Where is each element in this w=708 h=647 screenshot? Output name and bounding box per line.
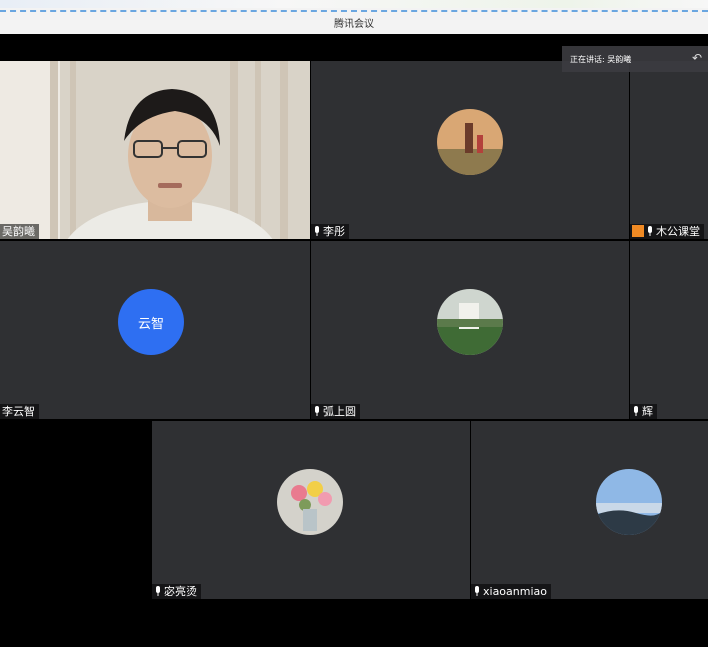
mic-icon	[156, 586, 160, 596]
participant-name: 辉	[630, 404, 657, 419]
participant-tile[interactable]: xiaoanmiao	[471, 421, 708, 599]
text-avatar: 云智	[118, 289, 184, 355]
mic-icon	[315, 406, 319, 416]
participant-tile[interactable]: 吴韵曦	[0, 61, 310, 239]
family-walk-photo	[437, 109, 503, 175]
mic-icon	[648, 226, 652, 236]
sky-landscape-avatar	[596, 469, 662, 535]
host-badge-icon	[632, 225, 644, 237]
flower-vase-avatar	[277, 469, 343, 535]
participant-name: 李彤	[311, 224, 349, 239]
mic-icon	[475, 586, 479, 596]
sky-landscape-photo	[596, 469, 662, 535]
mic-icon	[634, 406, 638, 416]
family-walk-avatar	[437, 109, 503, 175]
participant-tile[interactable]: 宓亮烫	[152, 421, 470, 599]
participant-tile[interactable]: 云智 李云智	[0, 241, 310, 419]
taskbar-strip	[0, 0, 708, 8]
participant-tile[interactable]: 辉	[630, 241, 708, 419]
participant-name: 宓亮烫	[152, 584, 201, 599]
speaking-label: 正在讲话: 吴韵曦	[570, 55, 632, 64]
flower-vase-photo	[277, 469, 343, 535]
mic-icon	[315, 226, 319, 236]
title-divider	[0, 10, 708, 12]
participant-tile[interactable]: 木公课堂	[630, 61, 708, 239]
speaking-indicator: 正在讲话: 吴韵曦 ↶	[562, 46, 708, 72]
participant-name: 吴韵曦	[0, 224, 39, 239]
window-title-bar: 腾讯会议	[0, 0, 708, 34]
participant-name: xiaoanmiao	[471, 584, 551, 599]
participant-name: 木公课堂	[630, 224, 704, 239]
video-grid: 吴韵曦 李彤 木公课堂 云智 李云智 弧上圆 辉 宓亮烫 xiaoanmiao	[0, 34, 708, 647]
participant-name: 李云智	[0, 404, 39, 419]
participant-tile[interactable]: 李彤	[311, 61, 629, 239]
window-title: 腾讯会议	[334, 19, 374, 30]
collapse-icon[interactable]: ↶	[692, 51, 702, 65]
participant-name: 弧上圆	[311, 404, 360, 419]
park-statue-photo	[437, 289, 503, 355]
participant-tile[interactable]: 弧上圆	[311, 241, 629, 419]
camera-video	[0, 61, 310, 239]
park-statue-avatar	[437, 289, 503, 355]
